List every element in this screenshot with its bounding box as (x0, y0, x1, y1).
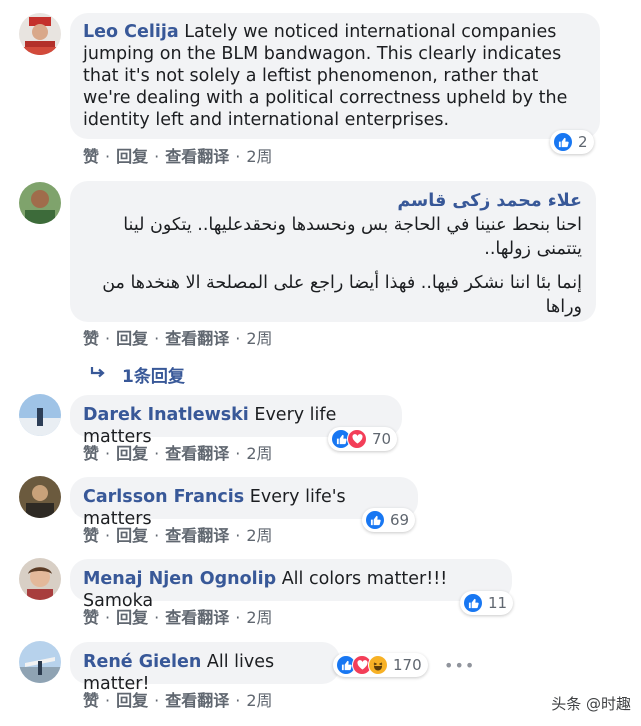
comment-actions: 赞 · 回复 · 查看翻译 · 2周 (83, 691, 273, 710)
avatar[interactable] (19, 394, 61, 436)
timestamp[interactable]: 2周 (246, 608, 272, 627)
reply-link[interactable]: 回复 (116, 147, 148, 166)
reply-link[interactable]: 回复 (116, 691, 148, 710)
translate-link[interactable]: 查看翻译 (165, 147, 229, 166)
reaction-summary[interactable]: 70 (328, 427, 398, 451)
replies-count: 1条回复 (122, 367, 185, 387)
reply-link[interactable]: 回复 (116, 329, 148, 348)
timestamp[interactable]: 2周 (246, 691, 272, 710)
like-icon (463, 593, 483, 613)
reaction-summary[interactable]: 170 (333, 653, 428, 677)
like-link[interactable]: 赞 (83, 444, 99, 463)
reaction-summary[interactable]: 11 (460, 591, 514, 615)
comment-author[interactable]: René Gielen (83, 652, 201, 672)
view-replies-link[interactable]: 1条回复 (90, 362, 185, 387)
timestamp[interactable]: 2周 (246, 329, 272, 348)
comment-text: إنما بئا اننا نشكر فيها.. فهذا أيضا راجع… (102, 273, 582, 317)
avatar[interactable] (19, 558, 61, 600)
reaction-summary[interactable]: 2 (550, 130, 594, 154)
reaction-count: 170 (393, 656, 422, 674)
translate-link[interactable]: 查看翻译 (165, 608, 229, 627)
like-link[interactable]: 赞 (83, 526, 99, 545)
comment-author[interactable]: Darek Inatlewski (83, 405, 249, 425)
comment-text: احنا بنحط عنينا في الحاجة بس ونحسدها ونح… (123, 215, 582, 259)
like-link[interactable]: 赞 (83, 691, 99, 710)
watermark: 头条 @时趣 (551, 695, 631, 713)
like-icon (365, 510, 385, 530)
comment-author[interactable]: Leo Celija (83, 22, 179, 42)
comment-actions: 赞 · 回复 · 查看翻译 · 2周 (83, 608, 273, 627)
comment-bubble: Menaj Njen Ognolip All colors matter!!! … (70, 559, 512, 611)
reply-arrow-icon (90, 365, 112, 385)
like-link[interactable]: 赞 (83, 147, 99, 166)
comment-author[interactable]: Menaj Njen Ognolip (83, 569, 276, 589)
comment-bubble: علاء محمد زكى قاسم احنا بنحط عنينا في ال… (70, 181, 596, 322)
comment-author[interactable]: Carlsson Francis (83, 487, 244, 507)
like-link[interactable]: 赞 (83, 608, 99, 627)
comment-actions: 赞 · 回复 · 查看翻译 · 2周 (83, 147, 273, 166)
comment-bubble: Leo Celija Lately we noticed internation… (70, 13, 600, 139)
reply-link[interactable]: 回复 (116, 608, 148, 627)
reaction-count: 2 (578, 133, 588, 151)
ellipsis-icon[interactable]: ••• (444, 656, 475, 675)
translate-link[interactable]: 查看翻译 (165, 526, 229, 545)
comment-actions: 赞 · 回复 · 查看翻译 · 2周 (83, 526, 273, 545)
avatar[interactable] (19, 641, 61, 683)
haha-icon (368, 655, 388, 675)
reaction-count: 69 (390, 511, 410, 529)
avatar[interactable] (19, 476, 61, 518)
comment-bubble: René Gielen All lives matter! (70, 642, 340, 694)
translate-link[interactable]: 查看翻译 (165, 329, 229, 348)
like-icon (553, 132, 573, 152)
avatar[interactable] (19, 13, 61, 55)
translate-link[interactable]: 查看翻译 (165, 691, 229, 710)
timestamp[interactable]: 2周 (246, 147, 272, 166)
reaction-count: 70 (372, 430, 392, 448)
timestamp[interactable]: 2周 (246, 526, 272, 545)
love-icon (347, 429, 367, 449)
reaction-count: 11 (488, 594, 508, 612)
reaction-summary[interactable]: 69 (362, 508, 416, 532)
avatar[interactable] (19, 182, 61, 224)
comment-author[interactable]: علاء محمد زكى قاسم (84, 189, 582, 213)
comment-actions: 赞 · 回复 · 查看翻译 · 2周 (83, 444, 273, 463)
like-link[interactable]: 赞 (83, 329, 99, 348)
reply-link[interactable]: 回复 (116, 444, 148, 463)
reply-link[interactable]: 回复 (116, 526, 148, 545)
comment-actions: 赞 · 回复 · 查看翻译 · 2周 (83, 329, 273, 348)
translate-link[interactable]: 查看翻译 (165, 444, 229, 463)
timestamp[interactable]: 2周 (246, 444, 272, 463)
